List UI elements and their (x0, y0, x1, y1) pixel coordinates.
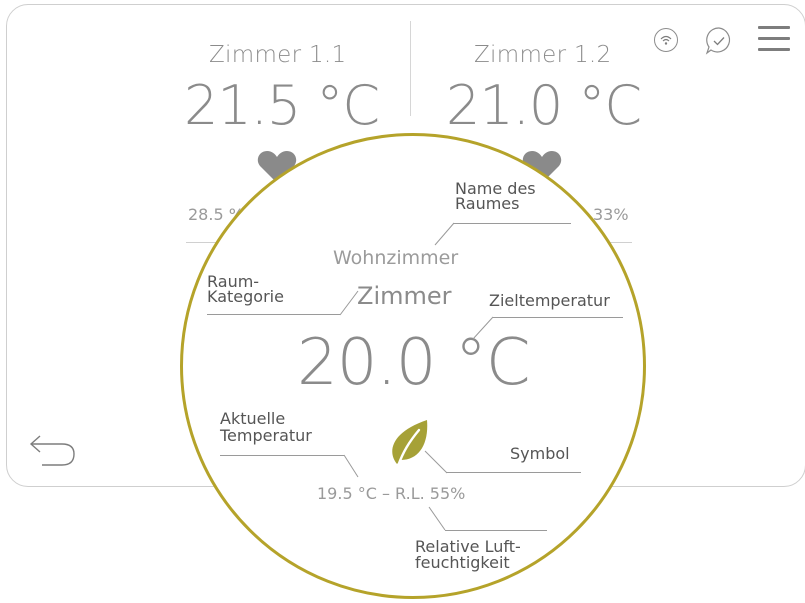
callout-symbol-leader (446, 472, 581, 473)
callout-current-leader (220, 455, 344, 456)
callout-target-pointer (472, 316, 494, 340)
zoom-room-name: Wohnzimmer (333, 247, 459, 269)
callout-room-name-line2: Raumes (455, 194, 520, 213)
back-arrow-icon[interactable] (28, 432, 78, 470)
chat-check-icon[interactable] (704, 26, 734, 56)
wifi-icon[interactable] (654, 28, 678, 52)
callout-current-line2: Temperatur (220, 426, 312, 445)
zoom-current-reading: 19.5 °C – R.L. 55% (317, 484, 466, 503)
callout-symbol: Symbol (510, 444, 570, 463)
room-2-name[interactable]: Zimmer 1.2 (474, 42, 611, 68)
callout-category-line2: Kategorie (207, 287, 284, 306)
room-2-temperature[interactable]: 21.0 °C (446, 74, 642, 137)
callout-target-leader (493, 317, 623, 318)
room-divider (410, 21, 411, 116)
callout-humidity-line1: Relative Luft- (415, 537, 521, 556)
callout-current-pointer (343, 454, 359, 478)
callout-humidity-leader (445, 530, 547, 531)
hamburger-menu-icon[interactable] (758, 26, 790, 52)
room-1-name[interactable]: Zimmer 1.1 (209, 42, 346, 68)
callout-category-leader (207, 314, 340, 315)
callout-target: Zieltemperatur (489, 291, 610, 310)
callout-humidity-line2: feuchtigkeit (415, 553, 510, 572)
callout-category-pointer (339, 290, 359, 316)
callout-room-name-leader (453, 223, 571, 224)
room-2-humidity: 33% (593, 205, 629, 224)
callout-current-line1: Aktuelle (220, 409, 286, 428)
callout-room-name-pointer (434, 222, 455, 246)
leaf-icon (389, 418, 429, 472)
room-1-temperature[interactable]: 21.5 °C (184, 74, 380, 137)
zoom-room-category: Zimmer (357, 282, 452, 310)
zoom-target-temperature: 20.0 °C (297, 326, 531, 400)
callout-humidity-pointer (428, 506, 446, 531)
callout-symbol-pointer (424, 450, 448, 474)
